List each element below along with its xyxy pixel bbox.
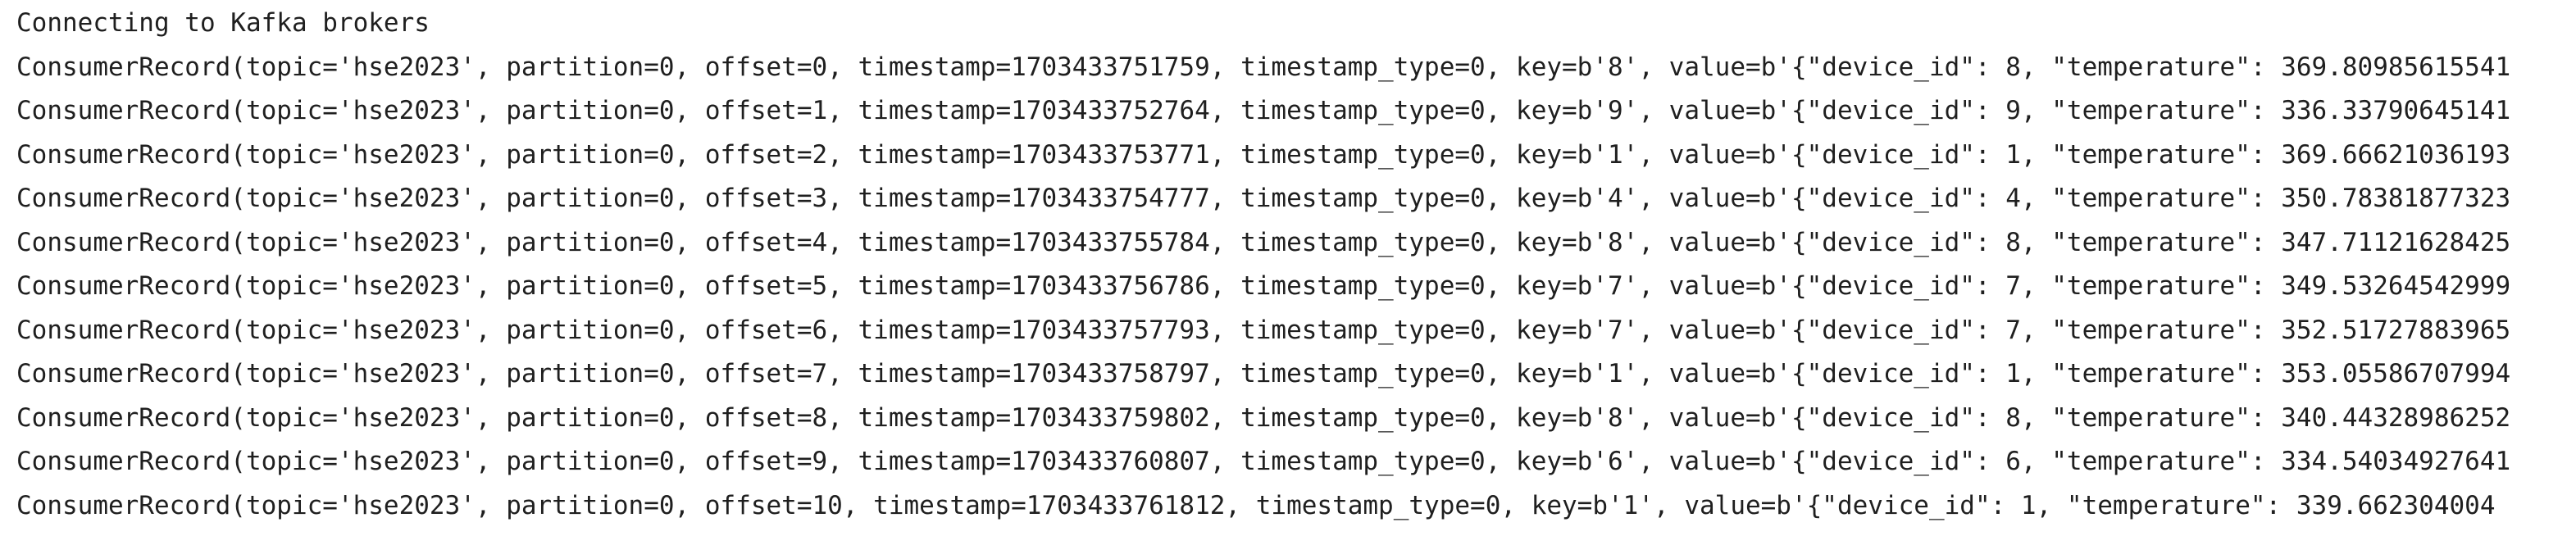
console-line-record: ConsumerRecord(topic='hse2023', partitio… (16, 402, 2511, 433)
console-line-record: ConsumerRecord(topic='hse2023', partitio… (16, 359, 2511, 388)
console-output[interactable]: Connecting to Kafka brokers ConsumerReco… (0, 0, 2576, 536)
console-line-record: ConsumerRecord(topic='hse2023', partitio… (16, 315, 2511, 345)
console-line-record: ConsumerRecord(topic='hse2023', partitio… (16, 96, 2511, 125)
console-line-record: ConsumerRecord(topic='hse2023', partitio… (16, 447, 2511, 476)
console-line-record: ConsumerRecord(topic='hse2023', partitio… (16, 139, 2511, 170)
console-line-record: ConsumerRecord(topic='hse2023', partitio… (16, 52, 2511, 82)
console-line-record: ConsumerRecord(topic='hse2023', partitio… (16, 490, 2496, 520)
console-line-record: ConsumerRecord(topic='hse2023', partitio… (16, 271, 2511, 301)
console-line-record: ConsumerRecord(topic='hse2023', partitio… (16, 184, 2511, 213)
console-line-status: Connecting to Kafka brokers (16, 8, 430, 38)
console-line-record: ConsumerRecord(topic='hse2023', partitio… (16, 227, 2511, 257)
